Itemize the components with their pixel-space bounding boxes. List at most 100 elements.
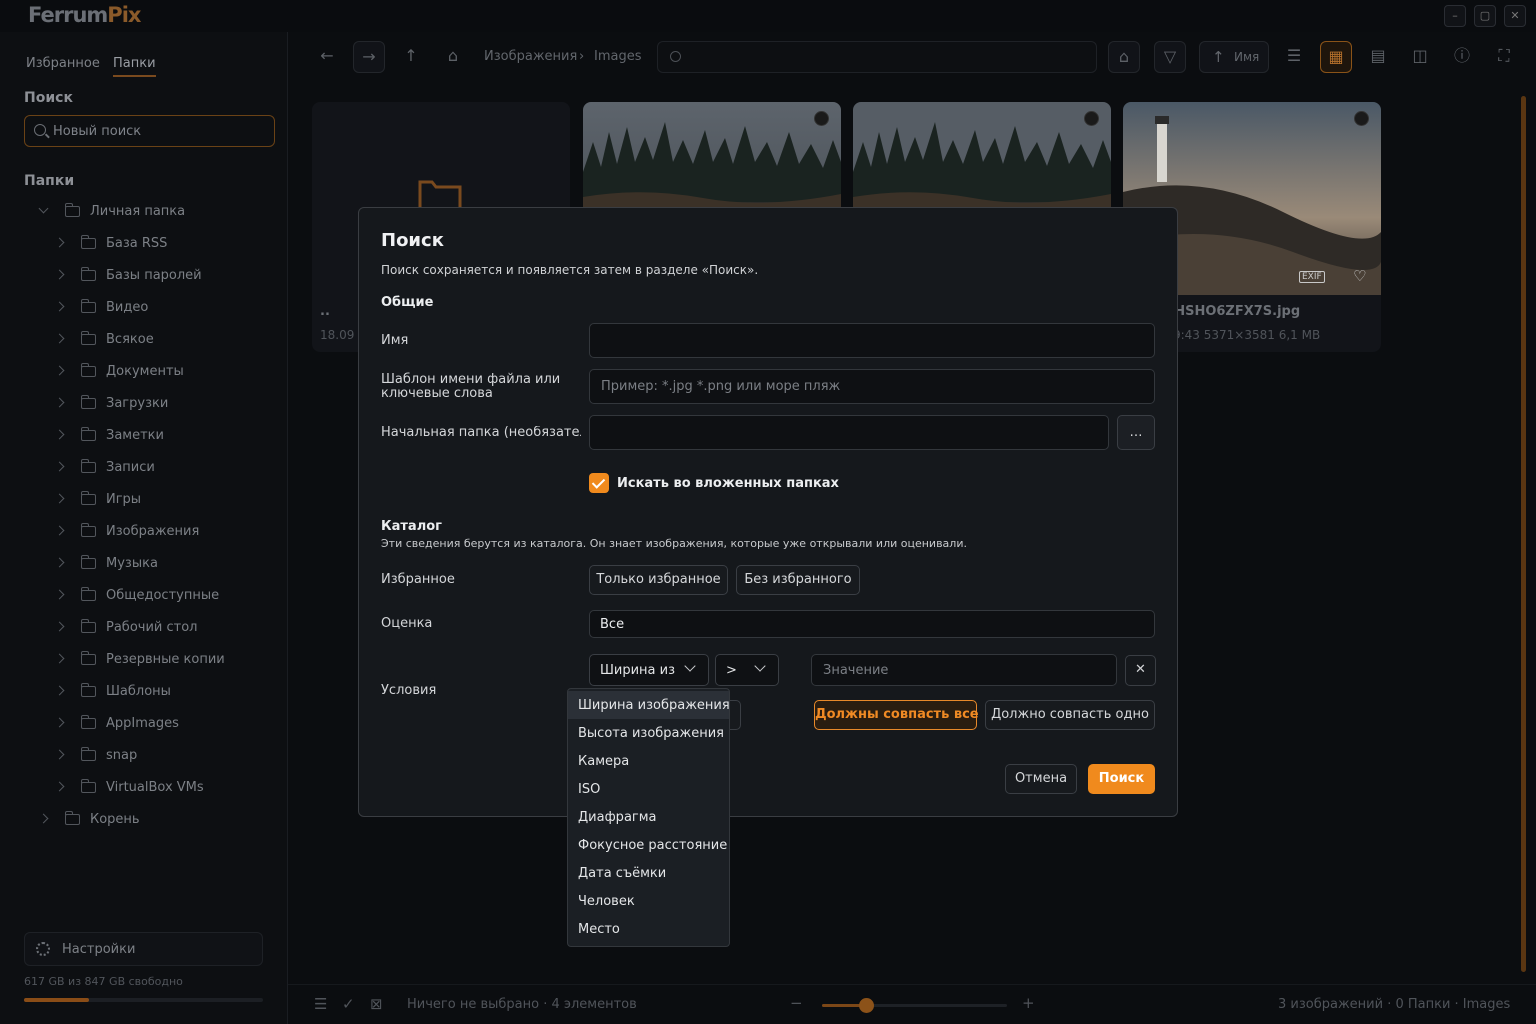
sidebar-folder-item[interactable]: Всякое (0, 324, 288, 356)
settings-button[interactable]: Настройки (24, 932, 263, 966)
chevron-right-icon[interactable] (54, 365, 65, 376)
home-button[interactable]: ⌂ (437, 41, 469, 73)
sidebar-folder-item[interactable]: Музыка (0, 548, 288, 580)
condition-operator-select[interactable]: > (715, 654, 779, 686)
condition-value-input[interactable]: Значение (811, 654, 1117, 686)
dropdown-option[interactable]: Дата съёмки (568, 859, 729, 887)
select-dot[interactable] (1354, 111, 1369, 126)
browse-button[interactable]: … (1117, 415, 1155, 450)
remove-condition-button[interactable]: ✕ (1125, 655, 1156, 686)
zoom-out-button[interactable]: − (790, 994, 803, 1012)
dropdown-option[interactable]: ISO (568, 775, 729, 803)
sidebar-folder-item[interactable]: Документы (0, 356, 288, 388)
zoom-in-button[interactable]: + (1022, 994, 1035, 1012)
select-dot[interactable] (1084, 111, 1099, 126)
chevron-right-icon[interactable] (54, 717, 65, 728)
back-button[interactable]: ← (311, 41, 343, 73)
chevron-right-icon[interactable] (54, 685, 65, 696)
dropdown-option[interactable]: Фокусное расстояние (568, 831, 729, 859)
dropdown-option[interactable]: Место (568, 915, 729, 943)
select-dot[interactable] (814, 111, 829, 126)
sidebar-folder-item[interactable]: Изображения (0, 516, 288, 548)
fullscreen-icon[interactable]: ⛶ (1488, 41, 1520, 73)
close-window-button[interactable]: ✕ (1504, 5, 1526, 27)
chevron-right-icon[interactable] (54, 301, 65, 312)
sidebar-folder-item[interactable]: Шаблоны (0, 676, 288, 708)
scrollbar[interactable] (1521, 96, 1526, 972)
chevron-right-icon[interactable] (54, 269, 65, 280)
chevron-right-icon[interactable] (54, 525, 65, 536)
search-button[interactable]: Поиск (1088, 764, 1155, 794)
only-favorites-button[interactable]: Только избранное (589, 565, 728, 595)
tab-folders[interactable]: Папки (113, 56, 156, 77)
info-icon[interactable]: ⓘ (1446, 41, 1478, 73)
list-view-icon[interactable]: ☰ (1278, 41, 1310, 73)
start-folder-input[interactable] (589, 415, 1109, 450)
dropdown-option[interactable]: Камера (568, 747, 729, 775)
tab-favorites[interactable]: Избранное (26, 56, 100, 71)
subfolders-checkbox[interactable] (589, 473, 609, 493)
sidebar-folder-item[interactable]: AppImages (0, 708, 288, 740)
sidebar-folder-item[interactable]: Видео (0, 292, 288, 324)
sidebar-folder-item[interactable]: Загрузки (0, 388, 288, 420)
breadcrumb-current[interactable]: Images (594, 49, 642, 64)
chevron-right-icon[interactable] (54, 589, 65, 600)
sidebar-folder-item[interactable]: Общедоступные (0, 580, 288, 612)
tag-icon[interactable]: ⌂ (1108, 41, 1140, 73)
menu-icon[interactable]: ☰ (314, 995, 327, 1013)
grid-view-icon[interactable]: ▦ (1320, 41, 1352, 73)
rows-view-icon[interactable]: ▤ (1362, 41, 1394, 73)
sidebar-folder-item[interactable]: Игры (0, 484, 288, 516)
dropdown-option[interactable]: Диафрагма (568, 803, 729, 831)
pattern-input[interactable]: Пример: *.jpg *.png или море пляж (589, 369, 1155, 404)
sidebar-folder-item[interactable]: snap (0, 740, 288, 772)
chevron-right-icon[interactable] (54, 557, 65, 568)
sidebar-folder-item[interactable]: Личная папка (0, 196, 288, 228)
zoom-slider[interactable] (822, 1004, 1007, 1007)
chevron-right-icon[interactable] (54, 237, 65, 248)
subfolders-label[interactable]: Искать во вложенных папках (617, 476, 839, 491)
dropdown-option[interactable]: Человек (568, 887, 729, 915)
chevron-right-icon[interactable] (54, 653, 65, 664)
sidebar-folder-item[interactable]: Резервные копии (0, 644, 288, 676)
dropdown-option[interactable]: Высота изображения (568, 719, 729, 747)
sidebar-folder-item[interactable]: VirtualBox VMs (0, 772, 288, 804)
cancel-button[interactable]: Отмена (1005, 764, 1077, 794)
rating-select[interactable]: Все (589, 610, 1155, 638)
sidebar-folder-item[interactable]: Записи (0, 452, 288, 484)
sidebar-folder-item[interactable]: Корень (0, 804, 288, 836)
maximize-button[interactable]: ▢ (1474, 5, 1496, 27)
new-search-button[interactable]: Новый поиск (24, 115, 275, 147)
chevron-right-icon[interactable] (54, 397, 65, 408)
sidebar-folder-item[interactable]: База RSS (0, 228, 288, 260)
select-all-icon[interactable]: ✓ (342, 995, 355, 1013)
split-view-icon[interactable]: ◫ (1404, 41, 1436, 73)
condition-field-select[interactable]: Ширина из (589, 654, 709, 686)
chevron-right-icon[interactable] (54, 621, 65, 632)
toolbar-search-input[interactable] (657, 41, 1097, 73)
heart-icon[interactable]: ♡ (1353, 267, 1366, 285)
match-one-button[interactable]: Должно совпасть одно (985, 700, 1155, 730)
forward-button[interactable]: → (353, 41, 385, 73)
chevron-right-icon[interactable] (54, 749, 65, 760)
name-input[interactable] (589, 323, 1155, 358)
chevron-down-icon[interactable] (38, 203, 49, 214)
chevron-right-icon[interactable] (54, 781, 65, 792)
chevron-right-icon[interactable] (38, 813, 49, 824)
chevron-right-icon[interactable] (54, 429, 65, 440)
breadcrumb-images[interactable]: Изображения (484, 49, 577, 64)
deselect-icon[interactable]: ⊠ (370, 995, 383, 1013)
sidebar-folder-item[interactable]: Заметки (0, 420, 288, 452)
sidebar-folder-item[interactable]: Рабочий стол (0, 612, 288, 644)
zoom-slider-handle[interactable] (859, 998, 875, 1013)
dropdown-option[interactable]: Ширина изображения (568, 691, 730, 719)
up-button[interactable]: ↑ (395, 41, 427, 73)
sort-button[interactable]: ↑ Имя (1199, 41, 1269, 73)
chevron-right-icon[interactable] (54, 333, 65, 344)
chevron-right-icon[interactable] (54, 493, 65, 504)
minimize-button[interactable]: – (1444, 5, 1466, 27)
sidebar-folder-item[interactable]: Базы паролей (0, 260, 288, 292)
no-favorites-button[interactable]: Без избранного (736, 565, 860, 595)
chevron-right-icon[interactable] (54, 461, 65, 472)
filter-icon[interactable]: ▽ (1154, 41, 1186, 73)
